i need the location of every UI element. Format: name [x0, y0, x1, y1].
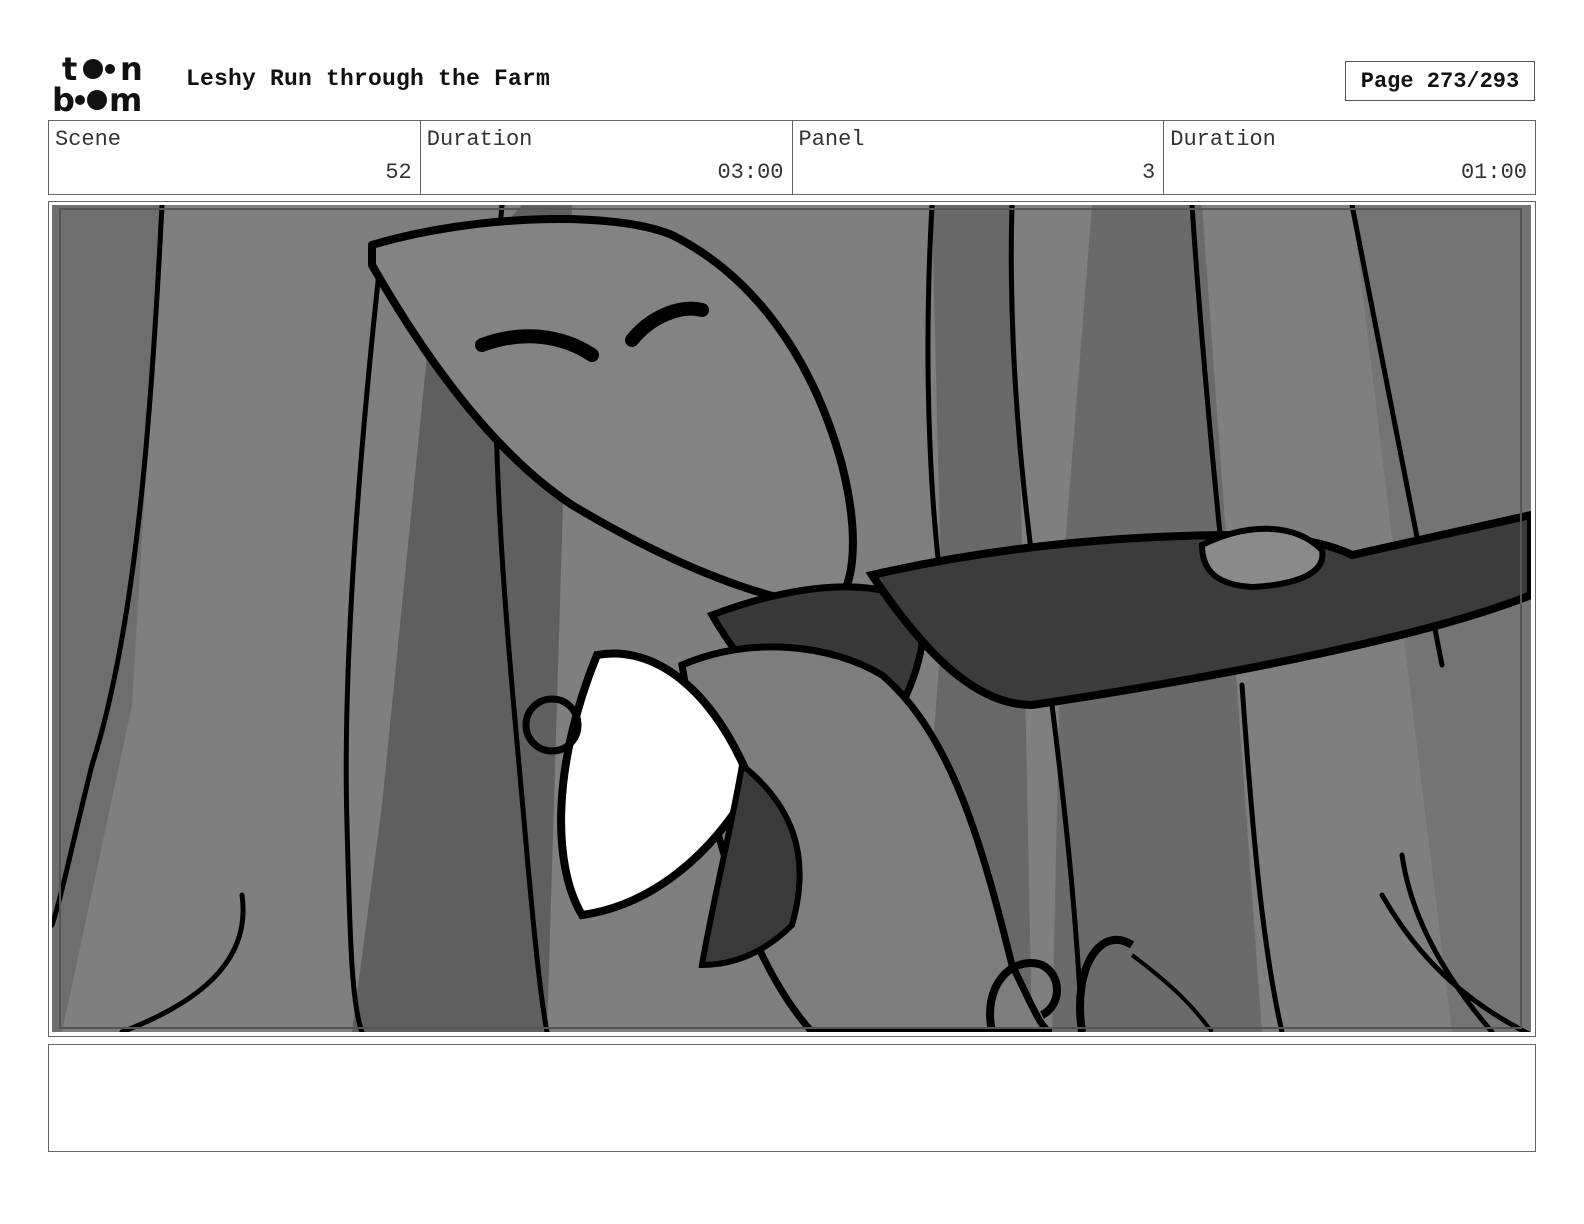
scene-duration-value: 03:00 [717, 160, 784, 185]
document-title: Leshy Run through the Farm [186, 66, 551, 92]
scene-label: Scene [55, 127, 122, 152]
scene-cell: Scene 52 [49, 121, 421, 194]
svg-text:b: b [52, 81, 75, 114]
panel-value: 3 [1142, 160, 1156, 185]
toon-boom-logo: t n b m [52, 50, 143, 114]
scene-duration-cell: Duration 03:00 [421, 121, 793, 194]
page-label: Page 273/293 [1360, 68, 1520, 94]
page-indicator: Page 273/293 [1345, 61, 1535, 101]
scene-duration-label: Duration [426, 127, 533, 152]
svg-text:m: m [109, 81, 142, 114]
panel-duration-label: Duration [1170, 127, 1276, 152]
panel-label: Panel [798, 127, 865, 152]
panel-cell: Panel 3 [793, 121, 1165, 194]
panel-duration-cell: Duration 01:00 [1164, 121, 1535, 194]
storyboard-sketch-image [52, 205, 1531, 1032]
scene-value: 52 [385, 160, 412, 185]
scene-info-row: Scene 52 Duration 03:00 Panel 3 Duration… [48, 120, 1536, 195]
panel-notes-box [48, 1044, 1536, 1152]
panel-duration-value: 01:00 [1460, 160, 1527, 185]
storyboard-panel-frame [48, 201, 1536, 1037]
